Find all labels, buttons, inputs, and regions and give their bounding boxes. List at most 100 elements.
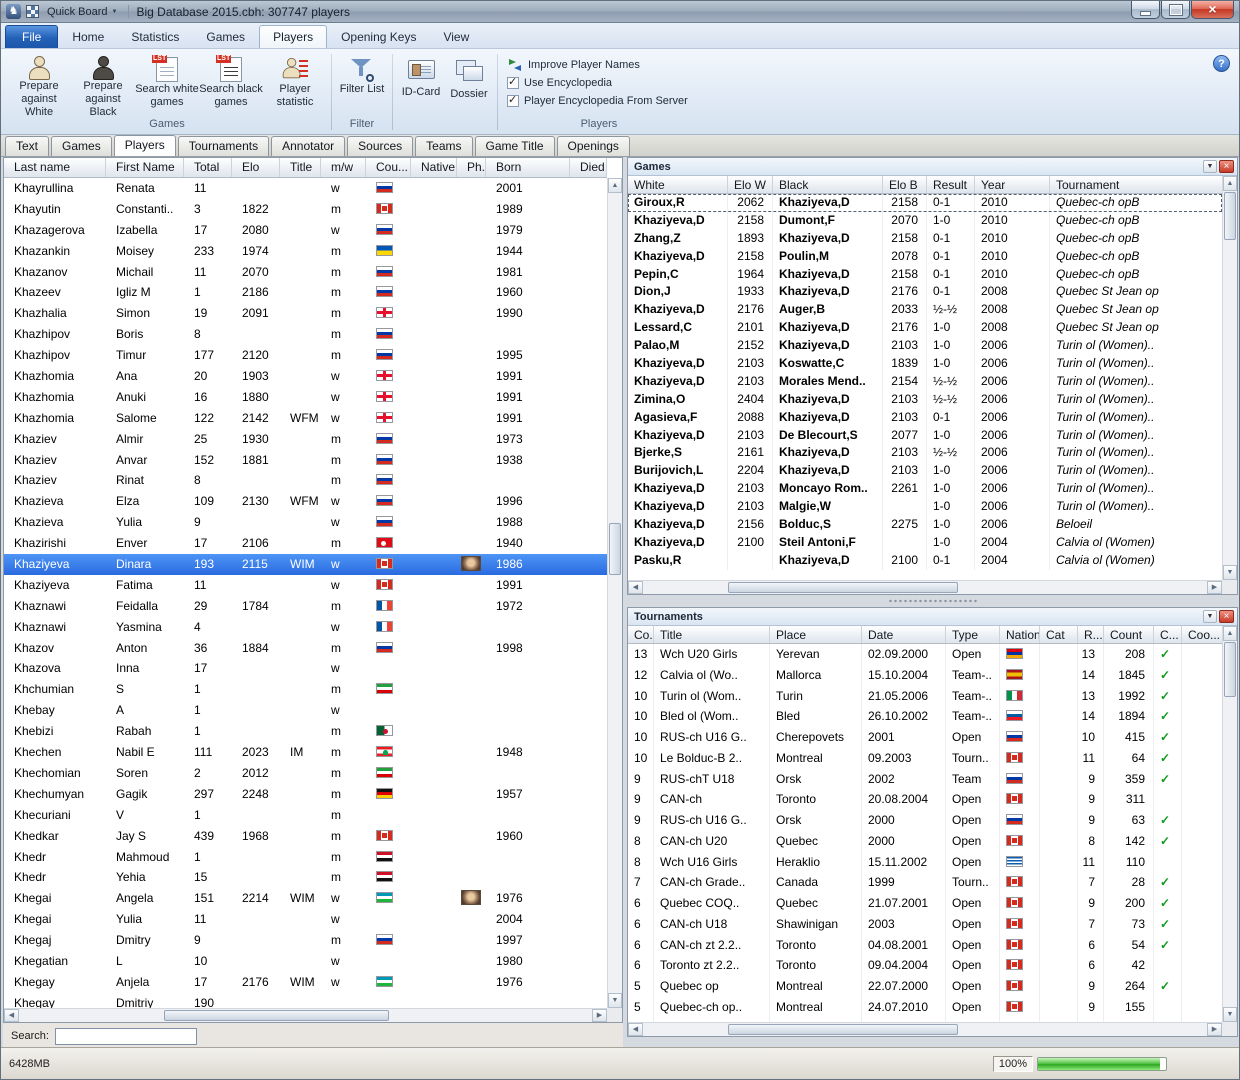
game-row[interactable]: Khaziyeva,D2158Dumont,F20701-02010Quebec… [628,212,1222,230]
horizontal-scrollbar[interactable]: ◀ ▶ [628,1022,1222,1036]
column-header-place[interactable]: Place [770,626,862,643]
player-row[interactable]: KhegaiAngela1512214WIMw1976 [4,888,607,909]
scroll-down-icon[interactable]: ▼ [1223,565,1237,580]
player-row[interactable]: KhazievRinat8m [4,470,607,491]
tournament-row[interactable]: 6Quebec COQ..Quebec21.07.2001Open9200✓ [628,893,1222,914]
game-row[interactable]: Khaziyeva,D2158Poulin,M20780-12010Quebec… [628,248,1222,266]
dossier-button[interactable]: Dossier [445,52,493,114]
player-row[interactable]: KhazievaElza1092130WFMw1996 [4,491,607,512]
tournament-row[interactable]: 10Le Bolduc-B 2..Montreal09.2003Tourn..1… [628,748,1222,769]
column-header-m-w[interactable]: m/w [321,158,366,177]
tab-teams[interactable]: Teams [415,136,472,156]
game-row[interactable]: Khaziyeva,D2103Malgie,W1-02006Turin ol (… [628,498,1222,516]
column-header-title[interactable]: Title [280,158,321,177]
column-header-nation[interactable]: Nation [1000,626,1040,643]
game-row[interactable]: Pepin,C1964Khaziyeva,D21580-12010Quebec-… [628,266,1222,284]
filter-list-button[interactable]: Filter List [336,52,388,114]
column-header-last-name[interactable]: Last name [4,158,106,177]
column-header-white[interactable]: White [628,176,728,193]
tab-tournaments[interactable]: Tournaments [178,136,269,156]
horizontal-splitter[interactable] [627,595,1238,607]
player-row[interactable]: KhegayDmitriy190 [4,993,607,1008]
game-row[interactable]: Khaziyeva,D2103Moncayo Rom..22611-02006T… [628,480,1222,498]
ribbon-tab-file[interactable]: File [5,25,58,48]
game-row[interactable]: Burijovich,L2204Khaziyeva,D21031-02006Tu… [628,462,1222,480]
player-row[interactable]: KhegaiYulia11w2004 [4,909,607,930]
player-row[interactable]: KhedrMahmoud1m [4,847,607,868]
column-header-elo-w[interactable]: Elo W [728,176,773,193]
tab-text[interactable]: Text [5,136,49,156]
tournament-row[interactable]: 10Turin ol (Wom..Turin21.05.2006Team-..1… [628,686,1222,707]
tournament-row[interactable]: 7CAN-ch Grade..Canada1999Tourn..728✓ [628,872,1222,893]
player-row[interactable]: KhegayAnjela172176WIMw1976 [4,972,607,993]
player-row[interactable]: KhecurianiV1m [4,805,607,826]
vertical-scrollbar[interactable]: ▲ ▼ [1222,176,1237,580]
scroll-down-icon[interactable]: ▼ [1223,1007,1237,1022]
scroll-down-icon[interactable]: ▼ [608,993,622,1008]
quick-board-dropdown[interactable]: Quick Board ▼ [43,4,121,20]
game-row[interactable]: Bjerke,S2161Khaziyeva,D2103½-½2006Turin … [628,444,1222,462]
game-row[interactable]: Lessard,C2101Khaziyeva,D21761-02008Quebe… [628,319,1222,337]
player-row[interactable]: KhechomianSoren22012m [4,763,607,784]
game-row[interactable]: Khaziyeva,D2176Auger,B2033½-½2008Quebec … [628,301,1222,319]
column-header-coo[interactable]: Coo... [1182,626,1222,643]
column-header-native[interactable]: Native [411,158,457,177]
improve-player-names-button[interactable]: Improve Player Names [507,59,688,71]
column-header-r[interactable]: R... [1078,626,1104,643]
game-row[interactable]: Khaziyeva,D2103De Blecourt,S20771-02006T… [628,427,1222,445]
player-row[interactable]: KhazovAnton361884m1998 [4,638,607,659]
scroll-left-icon[interactable]: ◀ [4,1009,19,1022]
player-row[interactable]: KhebiziRabah1m [4,721,607,742]
player-statistic-button[interactable]: Player statistic [263,52,327,114]
vertical-scrollbar[interactable]: ▲ ▼ [1222,626,1237,1022]
tab-games[interactable]: Games [51,136,112,156]
scrollbar-thumb[interactable] [164,1010,389,1021]
game-row[interactable]: Giroux,R2062Khaziyeva,D21580-12010Quebec… [628,194,1222,212]
panel-menu-icon[interactable]: ▼ [1203,160,1217,173]
tournament-row[interactable]: 6CAN-ch U18Shawinigan2003Open773✓ [628,914,1222,935]
app-icon[interactable]: ♞ [6,4,21,19]
ribbon-tab-opening-keys[interactable]: Opening Keys [328,26,429,48]
scrollbar-thumb[interactable] [728,582,958,593]
player-row[interactable]: KhazievaYulia9w1988 [4,512,607,533]
ribbon-tab-statistics[interactable]: Statistics [118,26,192,48]
player-row[interactable]: KhegajDmitry9m1997 [4,930,607,951]
player-row[interactable]: KhazhaliaSimon192091m1990 [4,303,607,324]
help-button[interactable]: ? [1213,55,1230,72]
quick-board-icon[interactable] [26,5,39,18]
scrollbar-thumb[interactable] [1224,192,1236,240]
tournament-row[interactable]: 9RUS-chT U18Orsk2002Team9359✓ [628,769,1222,790]
scroll-up-icon[interactable]: ▲ [1223,626,1237,641]
column-header-black[interactable]: Black [773,176,883,193]
player-row[interactable]: KhazievAnvar1521881m1938 [4,450,607,471]
scroll-left-icon[interactable]: ◀ [628,1023,643,1036]
maximize-button[interactable] [1161,1,1190,19]
game-row[interactable]: Khaziyeva,D2100Steil Antoni,F1-02004Calv… [628,534,1222,552]
ribbon-tab-home[interactable]: Home [59,26,117,48]
player-row[interactable]: KhazhipovTimur1772120m1995 [4,345,607,366]
search-input[interactable] [55,1028,197,1045]
player-row[interactable]: KhaziyevaFatima11w1991 [4,575,607,596]
tournament-row[interactable]: 12Calvia ol (Wo..Mallorca15.10.2004Team-… [628,665,1222,686]
column-header-first-name[interactable]: First Name [106,158,184,177]
scroll-up-icon[interactable]: ▲ [608,178,622,193]
tournament-row[interactable]: 8CAN-ch U20Quebec2000Open8142✓ [628,831,1222,852]
horizontal-scrollbar[interactable]: ◀ ▶ [628,580,1222,594]
tournament-row[interactable]: 6CAN-ch zt 2.2..Toronto04.08.2001Open654… [628,935,1222,956]
player-row[interactable]: KhedrYehia15m [4,867,607,888]
column-header-total[interactable]: Total [184,158,232,177]
search-white-games-button[interactable]: Search white games [135,52,199,114]
vertical-scrollbar[interactable]: ▲ ▼ [607,178,622,1008]
tournament-row[interactable]: 5Quebec opMontreal22.07.2000Open9264✓ [628,976,1222,997]
column-header-cou[interactable]: Cou... [366,158,411,177]
tab-game-title[interactable]: Game Title [475,136,555,156]
scrollbar-thumb[interactable] [609,523,621,575]
column-header-born[interactable]: Born [486,158,570,177]
tournament-row[interactable]: 9CAN-chToronto20.08.2004Open9311 [628,789,1222,810]
tournament-row[interactable]: 5Quebec-ch op..Montreal24.07.2010Open915… [628,997,1222,1018]
player-row[interactable]: KhazankinMoisey2331974m1944 [4,241,607,262]
player-row[interactable]: KhazhomiaAna201903w1991 [4,366,607,387]
column-header-title[interactable]: Title [654,626,770,643]
minimize-button[interactable] [1131,1,1160,19]
player-row[interactable]: KhebayA1w [4,700,607,721]
